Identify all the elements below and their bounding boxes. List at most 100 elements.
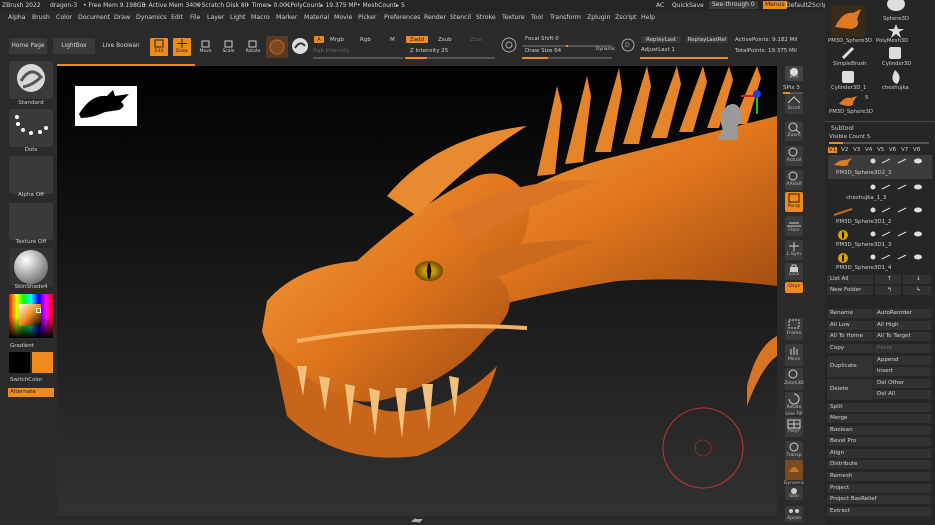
draw-size-slider[interactable] [522,57,612,59]
del-other-button[interactable]: Del Other [874,379,931,388]
mrgb-toggle[interactable]: Mrgb [330,37,344,43]
tool-thumb-dragon[interactable] [831,5,865,37]
menu-stencil[interactable]: Stencil [450,14,471,21]
tool-thumb-cylinder1[interactable] [837,69,859,85]
version-v7[interactable]: V7 [901,147,908,153]
menu-texture[interactable]: Texture [502,14,525,21]
home-page-button[interactable]: Home Page [8,37,48,55]
rotate-view-button[interactable]: Rotate [785,392,803,414]
all-high-button[interactable]: All High [874,321,931,330]
distribute-section[interactable]: Distribute [827,460,931,469]
aahalf-button[interactable]: AAHalf [785,170,803,190]
visible-count-slider[interactable] [829,142,929,144]
menu-dynamics[interactable]: Dynamics [136,14,167,21]
xpose-button[interactable]: Xpose [785,506,803,522]
menu-alpha[interactable]: Alpha [8,14,26,21]
menu-stroke[interactable]: Stroke [476,14,496,21]
navigation-gizmo[interactable] [707,86,767,146]
material-button[interactable] [9,248,53,286]
menu-transform[interactable]: Transform [550,14,581,21]
move-down-button[interactable]: ↓ [903,275,931,284]
scroll-button[interactable]: Scroll [785,94,803,114]
insert-button[interactable]: Insert [874,367,931,376]
project-section[interactable]: Project [827,484,931,493]
menu-edit[interactable]: Edit [171,14,183,21]
material-sphere-button[interactable] [266,36,288,58]
move-mode-button[interactable]: Move [196,37,215,57]
tool-thumb-polymesh[interactable] [881,24,911,38]
draw-mode-button[interactable]: Draw [172,37,192,57]
dynamic-toggle[interactable]: Dynamic [596,47,615,52]
solo-button[interactable]: Solo [785,486,803,500]
live-boolean-button[interactable]: Live Boolean [99,37,143,55]
auto-reorder-button[interactable]: AutoReorder [874,309,931,318]
actual-button[interactable]: Actual [785,146,803,166]
menu-brush[interactable]: Brush [32,14,50,21]
menu-movie[interactable]: Movie [334,14,352,21]
version-v2[interactable]: V2 [841,147,848,153]
spix-slider[interactable]: SPix 3 [783,85,800,91]
menu-macro[interactable]: Macro [251,14,270,21]
menu-help[interactable]: Help [641,14,655,21]
adjust-last-slider[interactable] [640,57,728,59]
replay-last-rel-button[interactable]: ReplayLastRel [685,35,729,44]
zadd-toggle[interactable]: Zadd [405,35,429,44]
zcut-toggle[interactable]: Zcut [470,37,482,43]
zoom3d-button[interactable]: Zoom3D [784,368,804,390]
brush-standard-button[interactable] [9,61,53,99]
menu-light[interactable]: Light [230,14,245,21]
split-section[interactable]: Split [827,403,931,412]
menu-material[interactable]: Material [304,14,329,21]
delete-button[interactable]: Delete [827,379,873,400]
version-v6[interactable]: V6 [889,147,896,153]
duplicate-button[interactable]: Duplicate [827,356,873,377]
menu-marker[interactable]: Marker [276,14,297,21]
tool-thumb-sphere[interactable] [881,0,911,16]
lock-button[interactable]: Lock [785,263,803,280]
menu-zplugin[interactable]: Zplugin [587,14,610,21]
all-to-target-button[interactable]: All To Target [874,332,931,341]
rgb-toggle[interactable]: Rgb [360,37,371,43]
tool-thumb-cheshujka[interactable] [885,69,905,85]
subtool-item-5[interactable]: PM3D_Sphere3D1_4 [828,251,932,275]
collapse-tray-icon[interactable] [387,517,447,524]
menus-button[interactable]: Menus [763,1,787,9]
tool-thumb-cylinder[interactable] [883,46,907,60]
all-low-button[interactable]: All Low [827,321,873,330]
dragon-model[interactable] [57,66,777,516]
menu-draw[interactable]: Draw [114,14,130,21]
lightbox-button[interactable]: LightBox [52,37,96,55]
all-to-home-button[interactable]: All To Home [827,332,873,341]
move-view-button[interactable]: Move [785,344,803,366]
rotate-mode-button[interactable]: Rotate [242,37,264,57]
texture-button[interactable] [9,203,53,240]
version-v5[interactable]: V5 [877,147,884,153]
version-v4[interactable]: V4 [865,147,872,153]
tool-thumb-simplebrush[interactable] [837,46,859,60]
qxyz-button[interactable]: Qxyz [785,282,803,293]
a-toggle[interactable]: A [313,35,325,44]
frame-button[interactable]: Frame [785,318,803,340]
append-button[interactable]: Append [874,356,931,365]
menu-file[interactable]: File [190,14,200,21]
focal-shift-button[interactable] [500,36,518,54]
menu-layer[interactable]: Layer [207,14,224,21]
rename-button[interactable]: Rename [827,309,873,318]
boolean-section[interactable]: Boolean [827,426,931,435]
secondary-color-swatch[interactable] [9,352,30,373]
alpha-button[interactable] [9,156,53,194]
polyf-button[interactable]: PolyF [785,417,803,437]
replay-button[interactable]: D [620,36,636,54]
subtool-header[interactable]: Subtool [831,125,854,132]
merge-section[interactable]: Merge [827,414,931,423]
viewport-canvas[interactable] [57,66,777,516]
menu-picker[interactable]: Picker [358,14,376,21]
rgb-intensity-slider[interactable] [313,57,403,59]
extract-section[interactable]: Extract [827,507,931,516]
menu-preferences[interactable]: Preferences [384,14,420,21]
ac-button[interactable]: AC [656,2,664,9]
subtool-item-3[interactable]: PM3D_Sphere3D1_2 [828,204,932,228]
lsym-button[interactable]: L.Sym [785,240,803,260]
menu-tool[interactable]: Tool [531,14,543,21]
persp-button[interactable]: Persp [785,192,803,212]
